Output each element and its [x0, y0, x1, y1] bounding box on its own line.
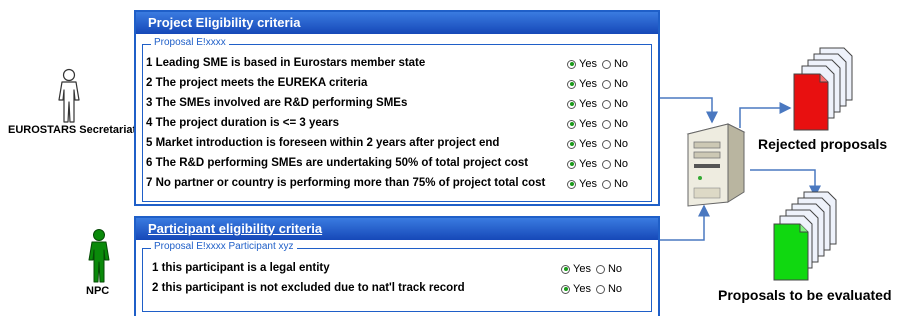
radio-yes[interactable]: [567, 119, 576, 129]
radio-yes-label: Yes: [579, 98, 597, 110]
radio-yes-label: Yes: [573, 263, 591, 275]
criterion-radio-group: Yes No: [567, 118, 628, 130]
radio-no[interactable]: [601, 79, 611, 89]
radio-yes-label: Yes: [579, 118, 597, 130]
radio-no-label: No: [613, 138, 629, 150]
radio-yes[interactable]: [567, 99, 576, 109]
secretariat-label: EUROSTARS Secretariat: [8, 124, 137, 136]
participant-panel-title: Participant eligibility criteria: [136, 218, 658, 240]
radio-yes[interactable]: [567, 59, 576, 69]
criterion-text: 5 Market introduction is foreseen within…: [146, 137, 500, 149]
evaluated-proposals-label: Proposals to be evaluated: [718, 287, 892, 303]
radio-yes-label: Yes: [579, 58, 597, 70]
radio-no-label: No: [613, 178, 629, 190]
criterion-radio-group: Yes No: [561, 283, 622, 295]
criterion-radio-group: Yes No: [567, 158, 628, 170]
radio-no-label: No: [613, 78, 629, 90]
criterion-row: 4 The project duration is <= 3 years: [143, 113, 339, 133]
radio-no-label: No: [613, 118, 629, 130]
criterion-radio-group: Yes No: [567, 178, 628, 190]
radio-no-label: No: [613, 58, 629, 70]
rejected-proposals-stack-icon: [793, 47, 853, 131]
radio-yes[interactable]: [561, 264, 570, 274]
participant-proposal-legend: Proposal E!xxxx Participant xyz: [151, 241, 297, 252]
npc-label: NPC: [86, 285, 110, 297]
radio-no[interactable]: [601, 99, 611, 109]
radio-yes[interactable]: [567, 79, 576, 89]
radio-no-label: No: [607, 263, 623, 275]
radio-yes-label: Yes: [579, 78, 597, 90]
radio-no[interactable]: [601, 59, 611, 69]
radio-yes-label: Yes: [579, 178, 597, 190]
criterion-text: 3 The SMEs involved are R&D performing S…: [146, 97, 408, 109]
radio-yes[interactable]: [567, 179, 576, 189]
project-eligibility-panel: Project Eligibility criteria Proposal E!…: [134, 10, 660, 206]
criterion-radio-group: Yes No: [567, 58, 628, 70]
project-proposal-fieldset: Proposal E!xxxx 1 Leading SME is based i…: [142, 37, 652, 202]
radio-no[interactable]: [601, 119, 611, 129]
radio-no-label: No: [607, 283, 623, 295]
npc-figure-icon: [88, 229, 110, 283]
participant-eligibility-panel: Participant eligibility criteria Proposa…: [134, 216, 660, 316]
radio-yes[interactable]: [567, 159, 576, 169]
radio-no-label: No: [613, 98, 629, 110]
radio-yes-label: Yes: [573, 283, 591, 295]
radio-no-label: No: [613, 158, 629, 170]
criterion-row: 2 The project meets the EUREKA criteria: [143, 73, 367, 93]
server-icon: [686, 123, 746, 207]
radio-yes[interactable]: [561, 284, 570, 294]
criterion-row: 5 Market introduction is foreseen within…: [143, 133, 499, 153]
criterion-text: 7 No partner or country is performing mo…: [146, 177, 546, 189]
secretariat-figure-icon: [58, 68, 80, 123]
criterion-text: 1 this participant is a legal entity: [152, 262, 330, 274]
radio-no[interactable]: [595, 284, 605, 294]
project-proposal-legend: Proposal E!xxxx: [151, 37, 229, 48]
radio-no[interactable]: [601, 179, 611, 189]
criterion-radio-group: Yes No: [567, 98, 628, 110]
participant-panel-title-text: Participant eligibility criteria: [148, 221, 323, 236]
criterion-radio-group: Yes No: [567, 138, 628, 150]
radio-no[interactable]: [601, 139, 611, 149]
radio-yes-label: Yes: [579, 138, 597, 150]
radio-no[interactable]: [595, 264, 605, 274]
criterion-text: 2 The project meets the EUREKA criteria: [146, 77, 368, 89]
criterion-row: 1 Leading SME is based in Eurostars memb…: [143, 53, 425, 73]
radio-yes[interactable]: [567, 139, 576, 149]
criterion-row: 6 The R&D performing SMEs are undertakin…: [143, 153, 528, 173]
arrow-participant-to-server: [660, 204, 710, 241]
radio-no[interactable]: [601, 159, 611, 169]
evaluated-proposals-stack-icon: [773, 191, 837, 281]
project-panel-title: Project Eligibility criteria: [136, 12, 658, 34]
criterion-text: 4 The project duration is <= 3 years: [146, 117, 340, 129]
participant-proposal-fieldset: Proposal E!xxxx Participant xyz 1 this p…: [142, 241, 652, 312]
criterion-row: 2 this participant is not excluded due t…: [143, 278, 465, 298]
criterion-radio-group: Yes No: [567, 78, 628, 90]
criterion-text: 2 this participant is not excluded due t…: [152, 282, 465, 294]
radio-yes-label: Yes: [579, 158, 597, 170]
criterion-row: 7 No partner or country is performing mo…: [143, 173, 545, 193]
criterion-radio-group: Yes No: [561, 263, 622, 275]
criterion-text: 6 The R&D performing SMEs are undertakin…: [146, 157, 529, 169]
criterion-row: 3 The SMEs involved are R&D performing S…: [143, 93, 407, 113]
rejected-proposals-label: Rejected proposals: [758, 136, 888, 152]
criterion-row: 1 this participant is a legal entity: [143, 258, 330, 278]
criterion-text: 1 Leading SME is based in Eurostars memb…: [146, 57, 426, 69]
